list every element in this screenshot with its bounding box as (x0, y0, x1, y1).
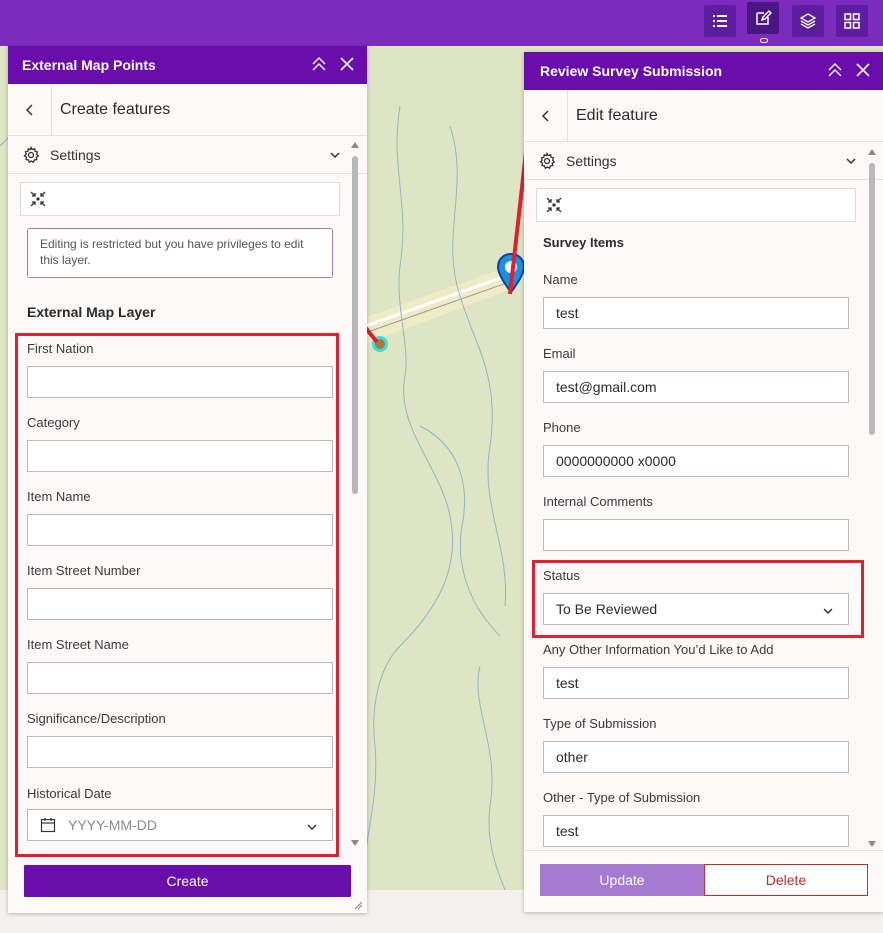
gear-icon (539, 151, 556, 169)
settings-label: Settings (566, 152, 617, 169)
panel-title: Review Survey Submission (540, 63, 723, 79)
highlight-box (15, 333, 339, 857)
settings-toggle[interactable]: Settings (8, 136, 367, 174)
settings-label: Settings (50, 146, 101, 163)
subhead: Create features (8, 83, 367, 136)
chevron-down-icon (846, 158, 856, 165)
snapping-toggle[interactable] (20, 182, 340, 216)
status-highlight-box (532, 560, 864, 638)
field-label: Other - Type of Submission (543, 790, 701, 805)
close-icon[interactable] (855, 62, 871, 78)
field-label: Email (543, 346, 576, 361)
text-input[interactable] (543, 519, 849, 551)
grid-icon[interactable] (836, 5, 868, 37)
panel-title: External Map Points (22, 57, 156, 73)
subhead: Edit feature (524, 89, 883, 142)
delete-button[interactable]: Delete (704, 864, 868, 896)
resize-handle-icon[interactable] (353, 900, 363, 910)
back-button[interactable] (8, 83, 52, 136)
left-panel-header: External Map Points (8, 46, 367, 84)
subhead-title: Create features (60, 100, 171, 118)
text-input[interactable]: other (543, 741, 849, 773)
scrollbar[interactable] (867, 147, 877, 852)
scrollbar[interactable] (350, 140, 360, 850)
right-panel: Review Survey Submission Edit feature Se… (524, 52, 883, 912)
close-icon[interactable] (339, 56, 355, 72)
active-indicator (760, 38, 768, 43)
layers-icon[interactable] (792, 5, 824, 37)
map-point-marker[interactable] (372, 336, 388, 352)
list-icon[interactable] (704, 5, 736, 37)
field-label: Any Other Information You’d Like to Add (543, 642, 774, 657)
collapse-icon[interactable] (827, 62, 843, 78)
gear-icon (23, 145, 40, 163)
notice-message: Editing is restricted but you have privi… (27, 228, 333, 278)
snapping-icon (546, 197, 562, 213)
field-label: Name (543, 272, 578, 287)
field-label: Phone (543, 420, 581, 435)
text-input[interactable]: test (543, 297, 849, 329)
chevron-down-icon (330, 152, 340, 159)
top-toolbar (0, 0, 883, 46)
subhead-title: Edit feature (576, 106, 658, 124)
settings-toggle[interactable]: Settings (524, 142, 883, 180)
text-input[interactable]: test (543, 667, 849, 699)
update-button[interactable]: Update (540, 864, 704, 896)
section-title: Survey Items (543, 235, 624, 250)
chevron-left-icon (541, 109, 549, 122)
create-button[interactable]: Create (24, 865, 351, 897)
back-button[interactable] (524, 89, 568, 142)
text-input[interactable]: test@gmail.com (543, 371, 849, 403)
snapping-icon (30, 191, 46, 207)
chevron-left-icon (25, 103, 33, 116)
edit-icon[interactable] (747, 2, 779, 34)
text-input[interactable]: 0000000000 x0000 (543, 445, 849, 477)
location-pin-icon[interactable] (496, 252, 526, 296)
snapping-toggle[interactable] (536, 188, 856, 222)
field-label: Internal Comments (543, 494, 653, 509)
text-input[interactable]: test (543, 815, 849, 847)
layer-title: External Map Layer (27, 304, 156, 320)
field-label: Type of Submission (543, 716, 657, 731)
right-panel-header: Review Survey Submission (524, 52, 883, 90)
collapse-icon[interactable] (311, 56, 327, 72)
